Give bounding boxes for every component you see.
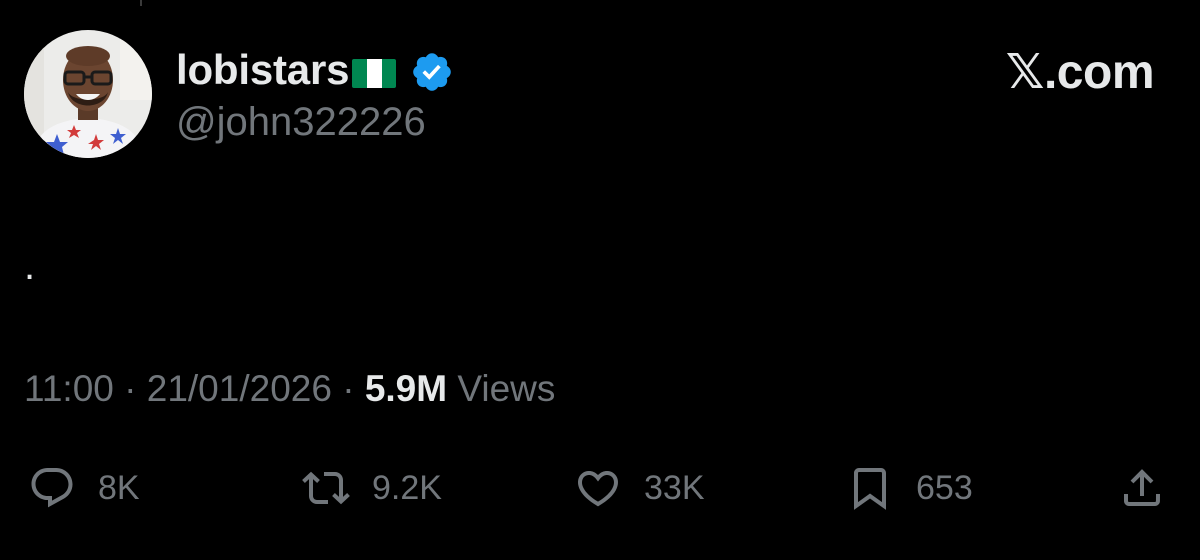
name-row: lobistars [176, 44, 454, 96]
repost-icon [302, 471, 350, 505]
views-count: 5.9M [364, 368, 448, 409]
x-logo: 𝕏.com [1005, 46, 1155, 99]
meta-separator: · [113, 368, 147, 409]
top-divider-mark [140, 0, 142, 6]
bookmark-count: 653 [916, 468, 973, 507]
reply-button[interactable]: 8K [28, 458, 140, 518]
like-count: 33K [644, 468, 705, 507]
bookmark-icon [854, 468, 886, 510]
heart-icon [577, 471, 619, 507]
repost-button[interactable]: 9.2K [302, 458, 442, 518]
like-button[interactable]: 33K [574, 458, 705, 518]
nigeria-flag-icon [352, 58, 397, 88]
repost-count: 9.2K [372, 468, 442, 507]
verified-badge-icon [413, 53, 452, 91]
tweet-date[interactable]: 21/01/2026 [147, 368, 332, 409]
display-name[interactable]: lobistars [176, 46, 349, 94]
share-button[interactable] [1118, 458, 1166, 518]
user-handle[interactable]: @john322226 [176, 100, 426, 145]
meta-separator: · [331, 368, 365, 409]
tweet-text: . [24, 244, 36, 288]
tweet-meta: 11:00 · 21/01/2026 · 5.9M Views [24, 368, 555, 410]
views-label: Views [457, 368, 556, 409]
bookmark-button[interactable]: 653 [846, 458, 973, 518]
reply-icon [31, 468, 73, 508]
avatar-image [24, 30, 152, 158]
reply-count: 8K [98, 468, 140, 507]
share-icon [1124, 469, 1160, 506]
tweet-time[interactable]: 11:00 [24, 368, 114, 409]
avatar[interactable] [24, 30, 152, 158]
action-bar: 8K 9.2K 33K 653 [0, 458, 1200, 518]
